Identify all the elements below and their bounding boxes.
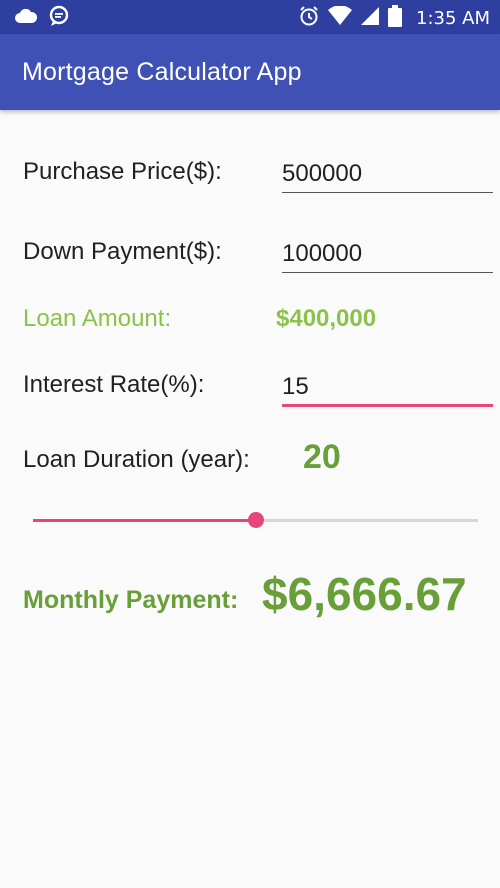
app-title: Mortgage Calculator App [22,58,302,86]
cloud-icon [14,8,38,29]
down-payment-input[interactable]: 100000 [282,238,493,273]
loan-amount-label: Loan Amount: [23,305,172,332]
interest-rate-input[interactable]: 15 [282,370,493,407]
interest-rate-value: 15 [282,373,309,400]
monthly-payment-value: $6,666.67 [262,568,467,620]
purchase-price-label: Purchase Price($): [23,158,222,185]
purchase-price-input[interactable]: 500000 [282,158,493,193]
alarm-icon [298,5,320,32]
status-time: 1:35 AM [416,7,490,29]
signal-icon [360,6,380,31]
loan-amount-value: $400,000 [276,305,377,332]
status-bar-right: 1:35 AM [298,5,490,32]
status-bar-left [14,5,70,32]
app-bar: Mortgage Calculator App [0,34,500,110]
loan-duration-label: Loan Duration (year): [23,446,250,473]
message-icon [48,5,70,32]
wifi-icon [328,5,352,31]
down-payment-label: Down Payment($): [23,238,222,265]
purchase-price-value: 500000 [282,160,363,187]
monthly-payment-label: Monthly Payment: [23,586,239,614]
slider-thumb[interactable] [247,512,264,528]
down-payment-value: 100000 [282,240,363,267]
slider-fill [33,519,256,522]
interest-rate-label: Interest Rate(%): [23,371,205,398]
loan-duration-value: 20 [303,438,341,476]
battery-icon [388,5,402,32]
status-bar: 1:35 AM [0,0,500,34]
loan-duration-slider[interactable] [33,512,478,529]
